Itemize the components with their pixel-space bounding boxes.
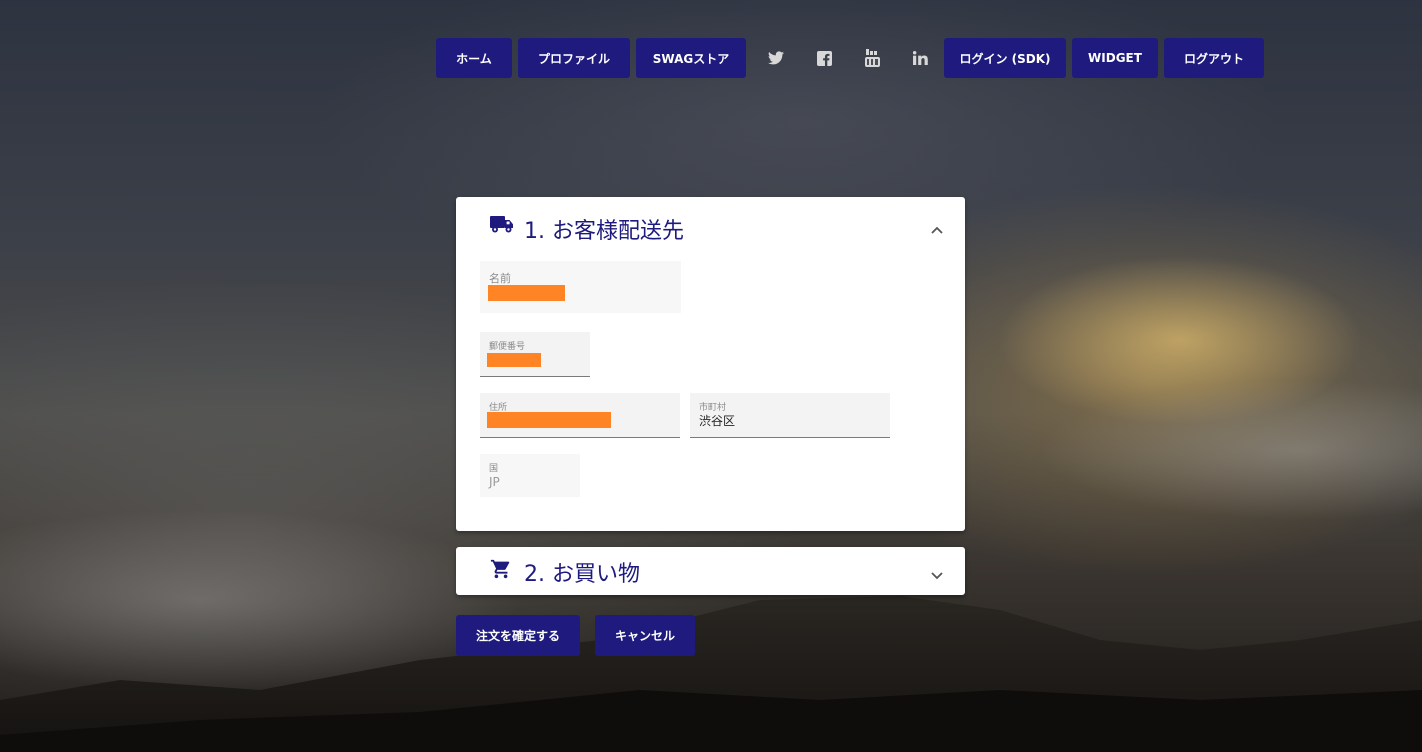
chevron-down-icon[interactable] [931, 565, 943, 584]
twitter-icon[interactable] [752, 38, 800, 78]
country-field-label: 国 [489, 464, 499, 474]
nav-swag-store-button[interactable]: SWAGストア [636, 38, 746, 78]
cart-icon [490, 558, 512, 584]
shipping-panel-title: 1. お客様配送先 [524, 219, 684, 244]
postal-code-field[interactable]: 郵便番号 [480, 332, 590, 377]
nav-home-button[interactable]: ホーム [436, 38, 512, 78]
postal-code-field-label: 郵便番号 [489, 342, 526, 352]
city-field-value: 渋谷区 [699, 414, 736, 428]
nav-logout-button[interactable]: ログアウト [1164, 38, 1264, 78]
name-field[interactable]: 名前 [480, 261, 681, 313]
truck-icon [490, 216, 514, 237]
linkedin-icon[interactable] [896, 38, 944, 78]
shopping-panel-header[interactable]: 2. お買い物 [456, 547, 965, 595]
name-field-label: 名前 [489, 272, 511, 285]
shipping-panel: 1. お客様配送先 名前 郵便番号 住所 市町村 渋谷区 国 JP [456, 197, 965, 531]
shopping-panel: 2. お買い物 [456, 547, 965, 595]
confirm-order-button[interactable]: 注文を確定する [456, 615, 580, 656]
nav-login-sdk-button[interactable]: ログイン (SDK) [944, 38, 1066, 78]
address-field[interactable]: 住所 [480, 393, 680, 438]
facebook-icon[interactable] [800, 38, 848, 78]
country-field: 国 JP [480, 454, 580, 497]
chevron-up-icon[interactable] [931, 219, 943, 238]
country-field-value: JP [489, 475, 500, 489]
youtube-icon[interactable] [848, 38, 896, 78]
top-nav: ホーム プロファイル SWAGストア ログイン (SDK) WIDGET ログア… [436, 38, 1264, 78]
nav-profile-button[interactable]: プロファイル [518, 38, 630, 78]
name-field-redacted-value [488, 285, 565, 301]
shopping-panel-title: 2. お買い物 [524, 562, 640, 587]
shipping-panel-header[interactable]: 1. お客様配送先 [456, 197, 965, 257]
address-redacted-value [487, 412, 611, 428]
cancel-button[interactable]: キャンセル [595, 615, 695, 656]
city-field[interactable]: 市町村 渋谷区 [690, 393, 890, 438]
postal-code-redacted-value [487, 353, 541, 367]
nav-widget-button[interactable]: WIDGET [1072, 38, 1158, 78]
